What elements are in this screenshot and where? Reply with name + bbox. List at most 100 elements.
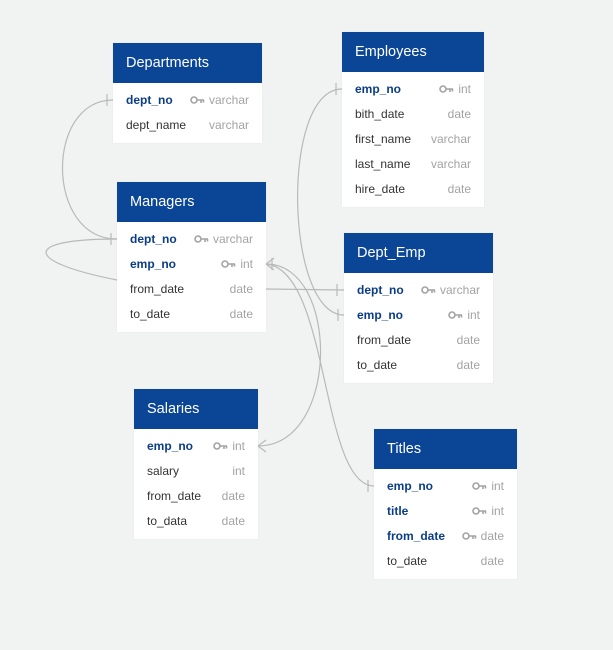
- field-type: date: [221, 514, 245, 528]
- field-type: varchar: [430, 157, 471, 171]
- field-type: date: [456, 358, 480, 372]
- field-row[interactable]: emp_no int: [374, 474, 517, 499]
- field-type: int: [491, 504, 504, 518]
- field-row[interactable]: salary int: [134, 459, 258, 484]
- field-name: from_date: [130, 282, 185, 296]
- field-type: varchar: [212, 232, 253, 246]
- table-employees[interactable]: Employees emp_no int bith_date date first_nam…: [342, 32, 484, 207]
- key-icon: [472, 474, 487, 499]
- key-icon: [461, 524, 477, 549]
- table-title[interactable]: Employees: [342, 32, 484, 72]
- field-type-group: date: [222, 509, 245, 534]
- table-fields: emp_no int bith_date date first_name varchar l…: [342, 72, 484, 207]
- table-managers[interactable]: Managers dept_no varchar emp_no int from_date…: [117, 182, 266, 332]
- key-icon: [194, 227, 209, 252]
- field-type-group: int: [232, 459, 245, 484]
- field-row[interactable]: from_date date: [374, 524, 517, 549]
- field-row[interactable]: dept_no varchar: [113, 88, 262, 113]
- field-name: emp_no: [147, 439, 194, 453]
- field-row[interactable]: from_date date: [344, 328, 493, 353]
- table-fields: dept_no varchar emp_no int from_date date to_d…: [344, 273, 493, 383]
- field-name: dept_no: [357, 283, 404, 297]
- field-name: last_name: [355, 157, 411, 171]
- field-type-group: date: [448, 102, 471, 127]
- key-icon: [190, 88, 205, 113]
- field-name: emp_no: [387, 479, 434, 493]
- field-row[interactable]: to_date date: [374, 549, 517, 574]
- field-name: first_name: [355, 132, 412, 146]
- table-title[interactable]: Titles: [374, 429, 517, 469]
- field-type-group: varchar: [421, 278, 480, 303]
- field-row[interactable]: emp_no int: [117, 252, 266, 277]
- field-row[interactable]: to_date date: [117, 302, 266, 327]
- field-type-group: date: [481, 549, 504, 574]
- field-type: varchar: [208, 118, 249, 132]
- field-row[interactable]: bith_date date: [342, 102, 484, 127]
- field-type: int: [467, 308, 480, 322]
- field-type-group: date: [448, 177, 471, 202]
- field-row[interactable]: title int: [374, 499, 517, 524]
- field-type-group: int: [213, 434, 245, 459]
- field-row[interactable]: to_date date: [344, 353, 493, 378]
- field-type: date: [229, 307, 253, 321]
- field-name: from_date: [387, 529, 446, 543]
- key-icon: [439, 77, 454, 102]
- field-row[interactable]: dept_no varchar: [344, 278, 493, 303]
- field-type: date: [456, 333, 480, 347]
- field-name: from_date: [357, 333, 412, 347]
- edge-employees-deptemp: [297, 88, 345, 316]
- field-type-group: varchar: [431, 127, 471, 152]
- field-name: emp_no: [130, 257, 177, 271]
- field-name: dept_name: [126, 118, 187, 132]
- field-row[interactable]: emp_no int: [342, 77, 484, 102]
- table-fields: dept_no varchar dept_name varchar: [113, 83, 262, 143]
- field-name: hire_date: [355, 182, 406, 196]
- field-row[interactable]: dept_name varchar: [113, 113, 262, 138]
- field-type: varchar: [208, 93, 249, 107]
- field-type-group: date: [230, 277, 253, 302]
- field-row[interactable]: emp_no int: [344, 303, 493, 328]
- field-row[interactable]: hire_date date: [342, 177, 484, 202]
- field-name: from_date: [147, 489, 202, 503]
- table-fields: emp_no int title int from_date date to_date dat…: [374, 469, 517, 579]
- field-type: date: [447, 182, 471, 196]
- field-row[interactable]: emp_no int: [134, 434, 258, 459]
- table-title[interactable]: Departments: [113, 43, 262, 83]
- field-row[interactable]: first_name varchar: [342, 127, 484, 152]
- field-type-group: varchar: [190, 88, 249, 113]
- field-type: int: [458, 82, 471, 96]
- table-departments[interactable]: Departments dept_no varchar dept_name varcha…: [113, 43, 262, 143]
- field-type: date: [221, 489, 245, 503]
- table-salaries[interactable]: Salaries emp_no int salary int from_date date t…: [134, 389, 258, 539]
- field-type-group: date: [457, 328, 480, 353]
- field-type-group: date: [461, 524, 504, 549]
- field-type-group: int: [221, 252, 253, 277]
- field-type: int: [232, 439, 245, 453]
- field-row[interactable]: to_data date: [134, 509, 258, 534]
- field-name: emp_no: [357, 308, 404, 322]
- field-row[interactable]: dept_no varchar: [117, 227, 266, 252]
- key-icon: [448, 303, 463, 328]
- field-type-group: date: [457, 353, 480, 378]
- field-type-group: date: [222, 484, 245, 509]
- field-name: dept_no: [130, 232, 177, 246]
- field-name: emp_no: [355, 82, 402, 96]
- key-icon: [221, 252, 236, 277]
- field-type-group: int: [472, 474, 504, 499]
- field-type: date: [480, 529, 504, 543]
- table-titles[interactable]: Titles emp_no int title int from_date date to_d…: [374, 429, 517, 579]
- field-type-group: int: [448, 303, 480, 328]
- field-type-group: int: [472, 499, 504, 524]
- field-type: varchar: [430, 132, 471, 146]
- table-title[interactable]: Dept_Emp: [344, 233, 493, 273]
- field-type: varchar: [439, 283, 480, 297]
- field-name: to_date: [130, 307, 171, 321]
- table-fields: dept_no varchar emp_no int from_date date to_d…: [117, 222, 266, 332]
- field-name: salary: [147, 464, 180, 478]
- table-title[interactable]: Salaries: [134, 389, 258, 429]
- field-row[interactable]: from_date date: [117, 277, 266, 302]
- field-row[interactable]: from_date date: [134, 484, 258, 509]
- table-title[interactable]: Managers: [117, 182, 266, 222]
- field-row[interactable]: last_name varchar: [342, 152, 484, 177]
- table-dept-emp[interactable]: Dept_Emp dept_no varchar emp_no int from_date…: [344, 233, 493, 383]
